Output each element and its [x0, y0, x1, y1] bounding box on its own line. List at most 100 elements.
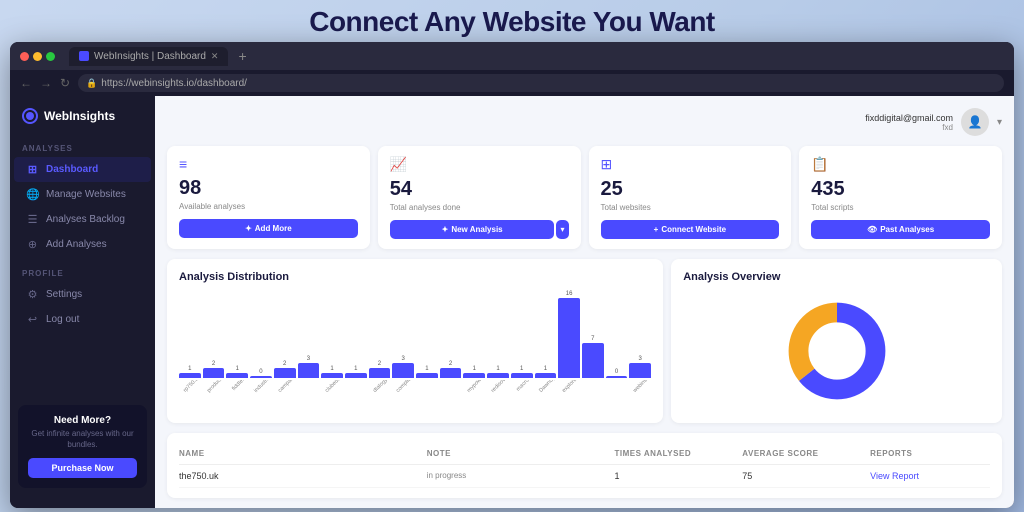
bar-labels: rp750.ukproductio...fiddle.aiindustrialm… [179, 380, 651, 411]
bar-column: 2 [440, 361, 462, 378]
sidebar-item-label: Dashboard [46, 164, 98, 175]
bar-x-label: webinsig... [633, 380, 652, 394]
bar-value: 1 [496, 366, 499, 372]
bars-area: 121023112312111116703 [179, 291, 651, 380]
refresh-button[interactable]: ↻ [60, 76, 70, 90]
bar-value: 16 [566, 291, 573, 297]
col-times-analysed: TIMES ANALYSED [614, 449, 734, 458]
manage-websites-icon: 🌐 [26, 188, 39, 201]
bar-x-label: campai... [277, 380, 297, 394]
sidebar: WebInsights ANALYSES ⊞ Dashboard 🌐 Manag… [10, 96, 155, 508]
chevron-down-icon[interactable]: ▾ [997, 117, 1002, 128]
logout-icon: ↩ [26, 313, 39, 326]
analysis-overview-card: Analysis Overview [671, 259, 1002, 423]
stat-value-total-scripts: 435 [811, 179, 990, 199]
close-button[interactable] [20, 52, 29, 61]
bar-value: 3 [639, 356, 642, 362]
browser-chrome: WebInsights | Dashboard ✕ + [10, 42, 1014, 70]
cell-times-analysed: 1 [614, 471, 734, 481]
bar-rect [487, 373, 509, 378]
stat-label-total-websites: Total websites [601, 203, 780, 212]
sidebar-item-manage-websites[interactable]: 🌐 Manage Websites [14, 182, 151, 207]
active-tab[interactable]: WebInsights | Dashboard ✕ [69, 47, 228, 66]
bar-value: 0 [259, 369, 262, 375]
bar-x-label: DawnCycle [538, 380, 558, 394]
bar-value: 0 [615, 369, 618, 375]
main-content: fixddigital@gmail.com fxd 👤 ▾ ≡ 98 Avail… [155, 96, 1014, 508]
bar-value: 1 [188, 366, 191, 372]
sidebar-item-label: Analyses Backlog [46, 214, 125, 225]
bar-column: 1 [416, 366, 438, 378]
bar-rect [582, 343, 604, 378]
sidebar-item-label: Settings [46, 289, 82, 300]
bar-value: 7 [591, 336, 594, 342]
url-text: https://webinsights.io/dashboard/ [101, 78, 247, 89]
address-bar: ← → ↻ 🔒 https://webinsights.io/dashboard… [10, 70, 1014, 96]
bar-column: 1 [226, 366, 248, 378]
brand-icon [22, 108, 38, 124]
bar-value: 1 [520, 366, 523, 372]
bar-x-label: macro... [514, 380, 534, 394]
tab-close-icon[interactable]: ✕ [211, 51, 219, 62]
new-tab-button[interactable]: + [234, 48, 250, 64]
sidebar-upsell: Need More? Get infinite analyses with ou… [10, 397, 155, 496]
minimize-button[interactable] [33, 52, 42, 61]
new-analysis-button[interactable]: ✦ New Analysis [390, 220, 555, 239]
new-analysis-dropdown[interactable]: ▾ [556, 220, 568, 239]
add-more-button[interactable]: ✦ Add More [179, 219, 358, 238]
bar-rect [274, 368, 296, 378]
bar-column: 0 [606, 369, 628, 378]
stat-icon-scripts: 📋 [811, 156, 990, 173]
upsell-subtitle: Get infinite analyses with our bundles. [28, 429, 137, 450]
settings-icon: ⚙ [26, 288, 39, 301]
sidebar-item-add-analyses[interactable]: ⊕ Add Analyses [14, 232, 151, 257]
bar-rect [629, 363, 651, 378]
bar-rect [179, 373, 201, 378]
bar-x-label: rp750.uk [182, 380, 202, 394]
sidebar-item-analyses-backlog[interactable]: ☰ Analyses Backlog [14, 207, 151, 232]
purchase-now-button[interactable]: Purchase Now [28, 458, 137, 478]
donut-chart [782, 296, 892, 406]
bar-column: 1 [179, 366, 201, 378]
bar-x-label: redisover... [490, 380, 510, 394]
analysis-overview-title: Analysis Overview [683, 271, 990, 283]
bar-x-label: productio... [206, 380, 226, 394]
bar-x-label: dtalogy.io [372, 380, 392, 394]
bar-rect [321, 373, 343, 378]
bar-column: 1 [511, 366, 533, 378]
stats-row: ≡ 98 Available analyses ✦ Add More 📈 54 … [167, 146, 1002, 249]
url-bar[interactable]: 🔒 https://webinsights.io/dashboard/ [78, 74, 1004, 92]
past-analyses-button[interactable]: 👁 Past Analyses [811, 220, 990, 239]
sidebar-item-settings[interactable]: ⚙ Settings [14, 282, 151, 307]
bar-rect [392, 363, 414, 378]
bar-rect [203, 368, 225, 378]
bar-rect [558, 298, 580, 378]
back-button[interactable]: ← [20, 76, 32, 90]
bar-column: 1 [321, 366, 343, 378]
forward-button[interactable]: → [40, 76, 52, 90]
bar-value: 1 [236, 366, 239, 372]
new-analysis-icon: ✦ [442, 225, 449, 234]
avatar[interactable]: 👤 [961, 108, 989, 136]
dashboard-icon: ⊞ [26, 163, 39, 176]
user-name: fxd [865, 123, 953, 132]
sidebar-item-logout[interactable]: ↩ Log out [14, 307, 151, 332]
sidebar-item-dashboard[interactable]: ⊞ Dashboard [14, 157, 151, 182]
brand: WebInsights [10, 108, 155, 138]
bar-x-label: 3 [301, 380, 321, 394]
analysis-distribution-title: Analysis Distribution [179, 271, 651, 283]
bar-x-label: complian... [396, 380, 416, 394]
bar-x-label: 0 [609, 380, 629, 394]
bar-rect [416, 373, 438, 378]
connect-website-button[interactable]: + Connect Website [601, 220, 780, 239]
bar-value: 3 [307, 356, 310, 362]
bar-rect [440, 368, 462, 378]
bar-rect [345, 373, 367, 378]
stat-value-total-analyses-done: 54 [390, 179, 569, 199]
view-report-link[interactable]: View Report [870, 471, 990, 481]
bar-value: 1 [473, 366, 476, 372]
bar-x-label: 2 [443, 380, 463, 394]
stat-icon-websites: ⊞ [601, 156, 780, 173]
maximize-button[interactable] [46, 52, 55, 61]
bar-rect [535, 373, 557, 378]
